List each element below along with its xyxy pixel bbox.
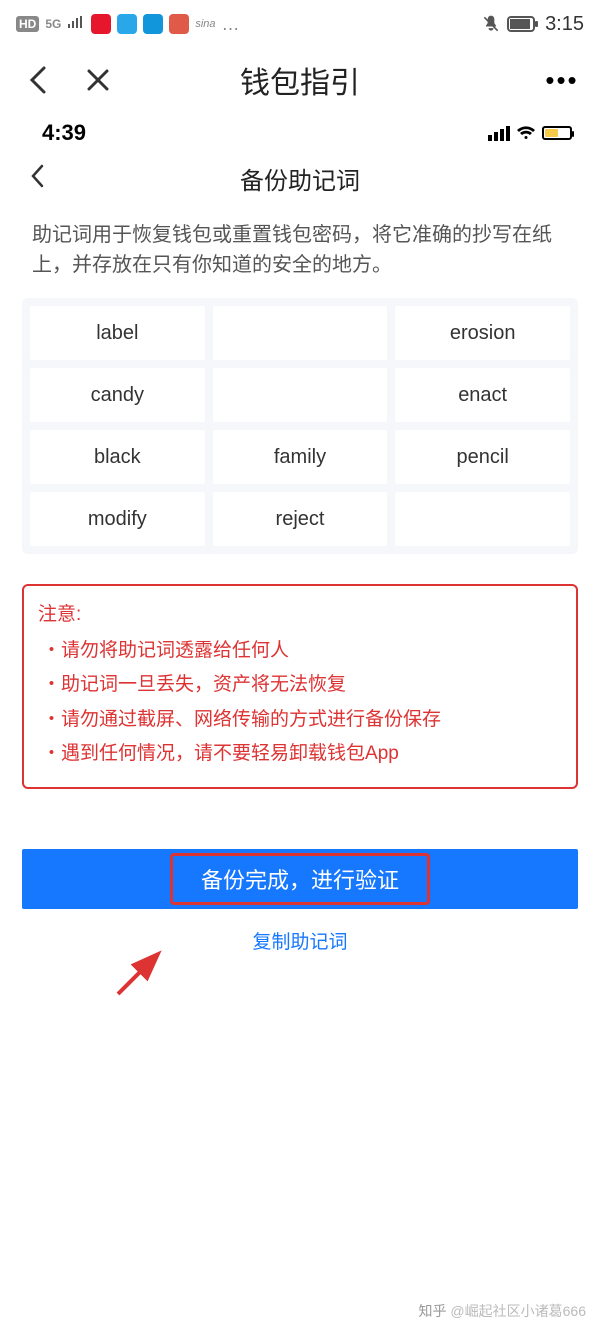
mnemonic-word: enact [395, 368, 570, 422]
mnemonic-grid: label.erosioncandy.enactblackfamilypenci… [22, 298, 578, 554]
search-app-icon [143, 14, 163, 34]
inner-status-bar: 4:39 [8, 112, 592, 150]
weibo-icon [91, 14, 111, 34]
notice-box: 注意: 请勿将助记词透露给任何人助记词一旦丢失，资产将无法恢复请勿通过截屏、网络… [22, 584, 578, 789]
mnemonic-word: . [395, 492, 570, 546]
description-text: 助记词用于恢复钱包或重置钱包密码，将它准确的抄写在纸上，并存放在只有你知道的安全… [8, 206, 592, 298]
notice-item: 请勿将助记词透露给任何人 [42, 634, 562, 668]
silent-icon [481, 14, 501, 34]
device-status-bar: HD 5G sina … 3:15 [0, 0, 600, 48]
inner-battery-icon [542, 126, 572, 140]
notice-title: 注意: [38, 598, 562, 632]
back-button[interactable] [20, 62, 56, 98]
notice-item: 请勿通过截屏、网络传输的方式进行备份保存 [42, 703, 562, 737]
battery-icon [507, 16, 539, 32]
more-button[interactable]: ••• [544, 62, 580, 98]
inner-title: 备份助记词 [8, 161, 592, 196]
mnemonic-word: . [213, 306, 388, 360]
copy-mnemonic-link[interactable]: 复制助记词 [8, 927, 592, 954]
mnemonic-word: family [213, 430, 388, 484]
notice-item: 遇到任何情况，请不要轻易卸载钱包App [42, 737, 562, 771]
inner-back-button[interactable] [30, 164, 44, 193]
network-label: 5G [45, 17, 61, 31]
watermark-author: @崛起社区小诸葛666 [450, 1303, 586, 1319]
inner-time: 4:39 [42, 120, 86, 146]
hd-badge: HD [16, 16, 39, 32]
backup-complete-button[interactable]: 备份完成，进行验证 [22, 849, 578, 909]
watermark: 知乎 @崛起社区小诸葛666 [419, 1301, 586, 1321]
outer-nav-bar: 钱包指引 ••• [0, 48, 600, 112]
cellular-icon [488, 126, 510, 141]
mnemonic-word: black [30, 430, 205, 484]
mnemonic-word: label [30, 306, 205, 360]
sina-icon: sina [195, 18, 215, 30]
device-time: 3:15 [545, 13, 584, 36]
close-button[interactable] [80, 62, 116, 98]
mnemonic-word: erosion [395, 306, 570, 360]
mnemonic-word: . [213, 368, 388, 422]
mnemonic-word: candy [30, 368, 205, 422]
inner-screenshot: 4:39 备份助记词 助记词用于恢复钱包或重置钱包密码，将它准确的抄写在纸上，并… [8, 112, 592, 954]
backup-complete-label: 备份完成，进行验证 [201, 868, 399, 893]
book-app-icon [169, 14, 189, 34]
watermark-brand: 知乎 [419, 1303, 447, 1319]
qq-icon [117, 14, 137, 34]
mnemonic-word: pencil [395, 430, 570, 484]
notice-item: 助记词一旦丢失，资产将无法恢复 [42, 668, 562, 702]
more-dots-icon: … [222, 14, 240, 35]
signal-icon [67, 14, 85, 35]
inner-nav-bar: 备份助记词 [8, 150, 592, 206]
mnemonic-word: reject [213, 492, 388, 546]
mnemonic-word: modify [30, 492, 205, 546]
wifi-icon [516, 120, 536, 146]
